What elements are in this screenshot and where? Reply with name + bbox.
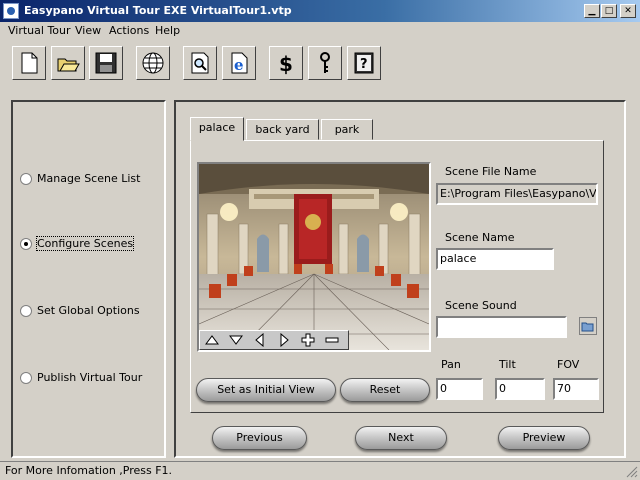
radio-button-selected[interactable]	[20, 238, 32, 250]
previous-button[interactable]: Previous	[212, 426, 307, 450]
help-button[interactable]: ?	[347, 46, 381, 80]
pan-right-icon[interactable]	[276, 333, 292, 347]
globe-icon	[142, 52, 164, 74]
menu-view[interactable]: View	[75, 24, 101, 37]
preview-magnifier-icon	[191, 52, 209, 74]
zoom-in-icon[interactable]	[300, 333, 316, 347]
minimize-button[interactable]: ▁	[584, 4, 600, 18]
close-button[interactable]: ✕	[620, 4, 636, 18]
open-button[interactable]	[51, 46, 85, 80]
toolbar: e $ ?	[0, 42, 640, 90]
new-button[interactable]	[12, 46, 46, 80]
tab-content	[190, 140, 604, 413]
pan-down-icon[interactable]	[228, 333, 244, 347]
zoom-out-icon[interactable]	[324, 333, 340, 347]
maximize-button[interactable]: □	[601, 4, 617, 18]
key-icon	[320, 52, 330, 73]
svg-text:?: ?	[360, 57, 368, 72]
radio-button[interactable]	[20, 173, 32, 185]
step-label: Set Global Options	[37, 304, 140, 317]
tab-park[interactable]: park	[321, 119, 373, 140]
resize-grip-icon[interactable]	[626, 466, 638, 478]
window-title: Easypano Virtual Tour EXE VirtualTour1.v…	[24, 4, 292, 17]
register-button[interactable]	[308, 46, 342, 80]
app-icon	[3, 3, 19, 19]
save-button[interactable]	[89, 46, 123, 80]
status-text: For More Infomation ,Press F1.	[5, 464, 173, 477]
dollar-icon: $	[279, 52, 293, 75]
preview-button[interactable]	[183, 46, 217, 80]
svg-text:$: $	[279, 52, 293, 75]
preview-tour-button[interactable]: Preview	[498, 426, 590, 450]
pan-left-icon[interactable]	[252, 333, 268, 347]
minimize-icon: ▁	[588, 6, 596, 16]
viewer-controls	[199, 330, 349, 350]
maximize-icon: □	[604, 6, 614, 16]
close-icon: ✕	[624, 6, 632, 16]
steps-panel: Manage Scene List Configure Scenes Set G…	[11, 100, 166, 458]
open-folder-icon	[57, 58, 80, 72]
save-disk-icon	[95, 52, 117, 74]
menu-virtual-tour[interactable]: Virtual Tour	[8, 24, 71, 37]
step-label: Publish Virtual Tour	[37, 371, 143, 384]
new-file-icon	[21, 52, 38, 74]
browser-button[interactable]: e	[222, 46, 256, 80]
tab-back-yard[interactable]: back yard	[246, 119, 319, 140]
menu-bar: Virtual Tour View Actions Help	[0, 22, 640, 40]
step-label: Manage Scene List	[37, 172, 141, 185]
next-button[interactable]: Next	[355, 426, 447, 450]
step-label: Configure Scenes	[35, 236, 135, 251]
pan-up-icon[interactable]	[204, 333, 220, 347]
svg-text:e: e	[234, 56, 244, 74]
menu-help[interactable]: Help	[155, 24, 180, 37]
purchase-button[interactable]: $	[269, 46, 303, 80]
radio-button[interactable]	[20, 372, 32, 384]
help-book-icon: ?	[354, 52, 374, 74]
status-bar: For More Infomation ,Press F1.	[0, 461, 640, 480]
internet-explorer-icon: e	[231, 52, 248, 74]
radio-button[interactable]	[20, 305, 32, 317]
menu-actions[interactable]: Actions	[109, 24, 149, 37]
title-bar[interactable]: Easypano Virtual Tour EXE VirtualTour1.v…	[0, 0, 640, 22]
globe-button[interactable]	[136, 46, 170, 80]
tab-palace[interactable]: palace	[190, 117, 244, 141]
